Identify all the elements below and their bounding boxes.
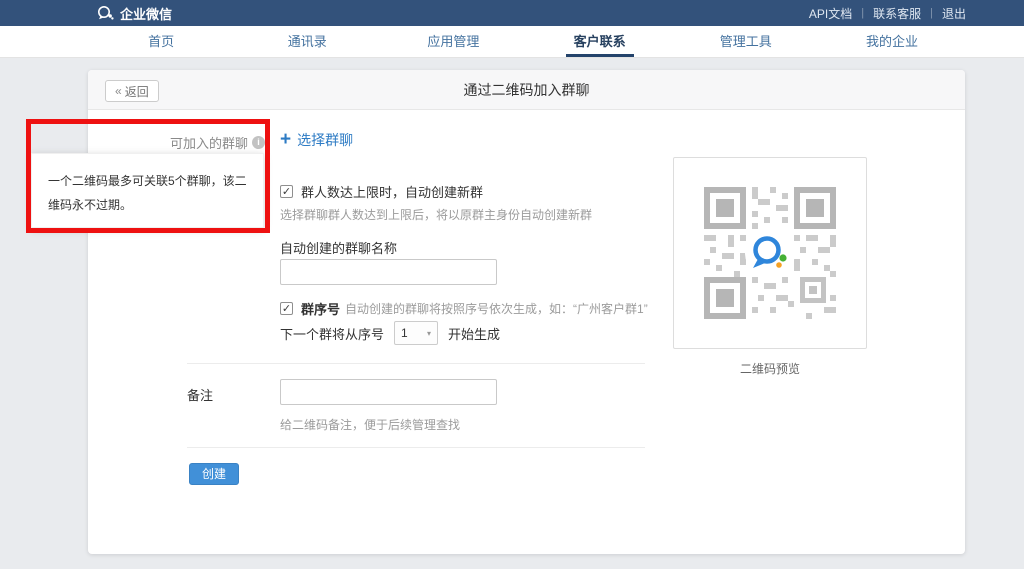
auto-create-hint: 选择群聊群人数达到上限后，将以原群主身份自动创建新群 xyxy=(280,206,592,223)
link-logout[interactable]: 退出 xyxy=(942,5,966,22)
back-chevron-icon: « xyxy=(115,84,122,98)
plus-icon: + xyxy=(280,131,291,149)
info-icon[interactable]: i xyxy=(252,136,265,149)
next-sequence-suffix: 开始生成 xyxy=(448,324,500,343)
joinable-group-label: 可加入的群聊 xyxy=(170,133,248,152)
divider xyxy=(187,363,645,364)
qr-caption: 二维码预览 xyxy=(673,360,867,377)
next-sequence-value: 1 xyxy=(401,326,408,340)
page: 企业微信 API文档 | 联系客服 | 退出 首页 通讯录 应用管理 客户联系 … xyxy=(0,0,1024,569)
remark-hint: 给二维码备注，便于后续管理查找 xyxy=(280,416,460,433)
select-group-link[interactable]: + 选择群聊 xyxy=(280,130,353,150)
tab-my-company[interactable]: 我的企业 xyxy=(819,26,965,57)
separator: | xyxy=(930,7,933,19)
sequence-description: 自动创建的群聊将按照序号依次生成，如：“广州客户群1” xyxy=(345,300,648,317)
qr-corner-pattern xyxy=(800,277,826,303)
tab-admin-tools[interactable]: 管理工具 xyxy=(673,26,819,57)
create-button[interactable]: 创建 xyxy=(189,463,239,485)
auto-name-label: 自动创建的群聊名称 xyxy=(280,238,397,257)
topbar: 企业微信 API文档 | 联系客服 | 退出 xyxy=(0,0,1024,26)
wecom-logo-icon xyxy=(96,5,114,21)
auto-create-checkbox[interactable]: ✓ xyxy=(280,185,293,198)
brand: 企业微信 xyxy=(96,4,172,23)
link-contact-support[interactable]: 联系客服 xyxy=(873,5,921,22)
auto-create-label: 群人数达上限时，自动创建新群 xyxy=(301,182,483,201)
tab-customer-contact[interactable]: 客户联系 xyxy=(527,26,673,57)
tab-app-management[interactable]: 应用管理 xyxy=(380,26,526,57)
auto-name-input[interactable] xyxy=(280,259,497,285)
topbar-links: API文档 | 联系客服 | 退出 xyxy=(809,5,966,22)
chevron-down-icon: ▾ xyxy=(427,329,431,338)
qrcode-placeholder-image xyxy=(704,187,836,319)
remark-input[interactable] xyxy=(280,379,497,405)
qr-preview-box xyxy=(673,157,867,349)
link-api-docs[interactable]: API文档 xyxy=(809,5,852,22)
card-header: « 返回 通过二维码加入群聊 xyxy=(88,70,965,110)
back-button-label: 返回 xyxy=(125,83,149,100)
select-group-label: 选择群聊 xyxy=(297,130,353,150)
tab-home[interactable]: 首页 xyxy=(88,26,234,57)
next-sequence-row: 下一个群将从序号 1 ▾ 开始生成 xyxy=(280,321,500,345)
tab-contacts[interactable]: 通讯录 xyxy=(234,26,380,57)
auto-create-checkbox-row: ✓ 群人数达上限时，自动创建新群 xyxy=(280,182,483,201)
joinable-group-row: 可加入的群聊 i xyxy=(88,133,265,152)
sequence-label: 群序号 xyxy=(301,299,340,318)
back-button[interactable]: « 返回 xyxy=(105,80,159,102)
next-sequence-select[interactable]: 1 ▾ xyxy=(394,321,438,345)
remark-label: 备注 xyxy=(187,385,213,404)
content-card: « 返回 通过二维码加入群聊 可加入的群聊 i + 选择群聊 ✓ 群人数达上限时… xyxy=(88,70,965,554)
next-sequence-prefix: 下一个群将从序号 xyxy=(280,324,384,343)
separator: | xyxy=(861,7,864,19)
sequence-checkbox-row: ✓ 群序号 自动创建的群聊将按照序号依次生成，如：“广州客户群1” xyxy=(280,299,648,318)
divider xyxy=(187,447,645,448)
brand-name: 企业微信 xyxy=(120,4,172,23)
main-nav: 首页 通讯录 应用管理 客户联系 管理工具 我的企业 xyxy=(0,26,1024,58)
page-title: 通过二维码加入群聊 xyxy=(88,70,965,110)
tooltip-popup: 一个二维码最多可关联5个群聊，该二维码永不过期。 xyxy=(31,153,264,228)
sequence-checkbox[interactable]: ✓ xyxy=(280,302,293,315)
